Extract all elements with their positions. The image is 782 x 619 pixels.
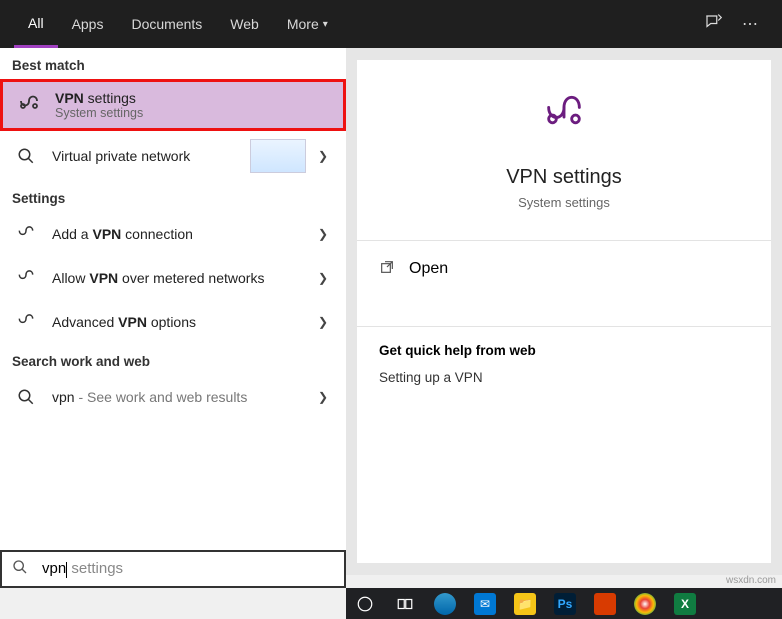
- result-title: Add a VPN connection: [52, 226, 306, 242]
- search-icon: [12, 559, 28, 580]
- cortana-icon[interactable]: [354, 593, 376, 615]
- tab-apps[interactable]: Apps: [58, 0, 118, 48]
- excel-icon[interactable]: X: [674, 593, 696, 615]
- chevron-right-icon: ❯: [318, 227, 328, 241]
- result-allow-vpn-metered[interactable]: Allow VPN over metered networks ❯: [0, 256, 346, 300]
- open-icon: [379, 259, 395, 278]
- result-web-search[interactable]: vpn - See work and web results ❯: [0, 375, 346, 419]
- vpn-icon: [12, 220, 40, 248]
- watermark: wsxdn.com: [726, 575, 776, 586]
- result-title: Advanced VPN options: [52, 314, 306, 330]
- result-advanced-vpn-options[interactable]: Advanced VPN options ❯: [0, 300, 346, 344]
- search-tabs-header: All Apps Documents Web More▾ ⋯: [0, 0, 782, 48]
- open-button[interactable]: Open: [357, 241, 771, 296]
- taskbar: ✉ 📁 Ps X: [346, 588, 782, 619]
- chevron-down-icon: ▾: [323, 19, 328, 30]
- result-subtitle: System settings: [55, 106, 331, 120]
- search-icon: [12, 142, 40, 170]
- result-title: vpn - See work and web results: [52, 389, 306, 405]
- search-icon: [12, 383, 40, 411]
- detail-title: VPN settings: [357, 166, 771, 189]
- photoshop-icon[interactable]: Ps: [554, 593, 576, 615]
- feedback-icon[interactable]: [694, 13, 732, 36]
- task-view-icon[interactable]: [394, 593, 416, 615]
- result-add-vpn-connection[interactable]: Add a VPN connection ❯: [0, 212, 346, 256]
- open-label: Open: [409, 260, 448, 278]
- chevron-right-icon: ❯: [318, 271, 328, 285]
- section-settings: Settings: [0, 181, 346, 212]
- help-heading: Get quick help from web: [379, 343, 749, 358]
- result-virtual-private-network[interactable]: Virtual private network ❯: [0, 131, 346, 181]
- tab-all[interactable]: All: [14, 0, 58, 48]
- mail-icon[interactable]: ✉: [474, 593, 496, 615]
- tab-more[interactable]: More▾: [273, 0, 342, 48]
- result-title: Virtual private network: [52, 148, 238, 164]
- vpn-icon: [357, 94, 771, 152]
- more-options-icon[interactable]: ⋯: [732, 14, 768, 34]
- vpn-icon: [12, 264, 40, 292]
- chrome-icon[interactable]: [634, 593, 656, 615]
- results-pane: Best match VPN settings System settings …: [0, 48, 346, 575]
- section-search-work-web: Search work and web: [0, 344, 346, 375]
- section-best-match: Best match: [0, 48, 346, 79]
- search-box[interactable]: vpn settings: [0, 550, 346, 588]
- file-explorer-icon[interactable]: 📁: [514, 593, 536, 615]
- tab-documents[interactable]: Documents: [117, 0, 216, 48]
- chevron-right-icon: ❯: [318, 149, 328, 163]
- result-vpn-settings[interactable]: VPN settings System settings: [0, 79, 346, 131]
- chevron-right-icon: ❯: [318, 390, 328, 404]
- result-thumbnail: [250, 139, 306, 173]
- search-input[interactable]: [38, 561, 334, 578]
- chevron-right-icon: ❯: [318, 315, 328, 329]
- result-title: Allow VPN over metered networks: [52, 270, 306, 286]
- tab-web[interactable]: Web: [216, 0, 273, 48]
- detail-pane: VPN settings System settings Open Get qu…: [346, 48, 782, 575]
- vpn-icon: [15, 91, 43, 119]
- result-title: VPN settings: [55, 90, 331, 106]
- edge-icon[interactable]: [434, 593, 456, 615]
- detail-subtitle: System settings: [357, 195, 771, 210]
- vpn-icon: [12, 308, 40, 336]
- office-icon[interactable]: [594, 593, 616, 615]
- help-link-setup-vpn[interactable]: Setting up a VPN: [379, 370, 749, 385]
